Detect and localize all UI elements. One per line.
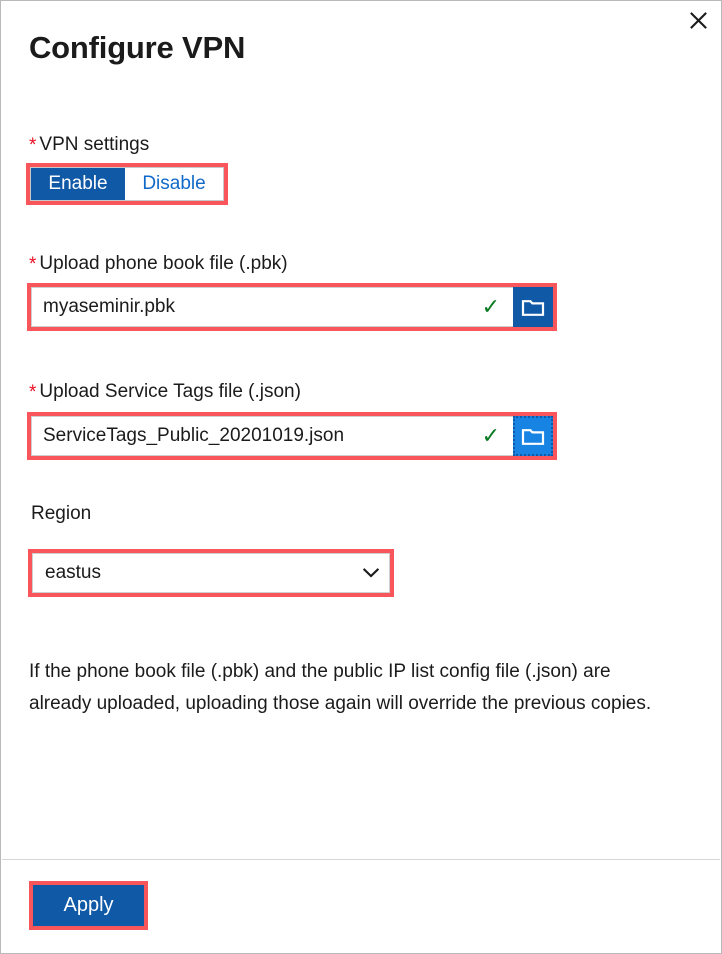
folder-icon	[521, 426, 545, 446]
service-tags-filename: ServiceTags_Public_20201019.json	[43, 425, 345, 446]
service-tags-file-input[interactable]: ServiceTags_Public_20201019.json ✓	[31, 416, 513, 456]
service-tags-upload-row: ServiceTags_Public_20201019.json ✓	[31, 416, 553, 456]
phone-book-upload-label-text: Upload phone book file (.pbk)	[39, 253, 288, 274]
required-asterisk-json: *	[29, 382, 37, 403]
close-icon	[689, 11, 707, 29]
vpn-settings-toggle[interactable]: Enable Disable	[30, 167, 224, 201]
phone-book-upload-row: myaseminir.pbk ✓	[31, 287, 553, 327]
toggle-option-enable[interactable]: Enable	[31, 168, 125, 200]
apply-button[interactable]: Apply	[33, 885, 144, 926]
validation-check-icon-pbk: ✓	[481, 294, 500, 319]
page-title: Configure VPN	[29, 30, 246, 65]
required-asterisk-pbk: *	[29, 254, 37, 275]
phone-book-browse-button[interactable]	[513, 287, 553, 327]
region-select[interactable]: eastus	[32, 553, 390, 593]
toggle-option-disable[interactable]: Disable	[125, 168, 223, 200]
chevron-down-icon	[363, 568, 379, 578]
required-asterisk-vpn: *	[29, 135, 37, 156]
validation-check-icon-json: ✓	[481, 423, 500, 448]
region-selected-value: eastus	[45, 562, 101, 583]
vpn-settings-label: * VPN settings	[29, 135, 149, 155]
footer-divider	[2, 859, 720, 860]
vpn-settings-label-text: VPN settings	[39, 134, 150, 155]
folder-icon	[521, 297, 545, 317]
region-label: Region	[31, 503, 92, 524]
phone-book-upload-label: * Upload phone book file (.pbk)	[29, 254, 288, 274]
phone-book-file-input[interactable]: myaseminir.pbk ✓	[31, 287, 513, 327]
service-tags-upload-label-text: Upload Service Tags file (.json)	[39, 381, 301, 402]
configure-vpn-dialog: Configure VPN * VPN settings Enable Disab…	[0, 0, 722, 954]
service-tags-browse-button[interactable]	[513, 416, 553, 456]
service-tags-upload-label: * Upload Service Tags file (.json)	[29, 382, 301, 402]
close-button[interactable]	[675, 1, 721, 39]
help-text: If the phone book file (.pbk) and the pu…	[29, 661, 652, 714]
phone-book-filename: myaseminir.pbk	[43, 296, 175, 317]
